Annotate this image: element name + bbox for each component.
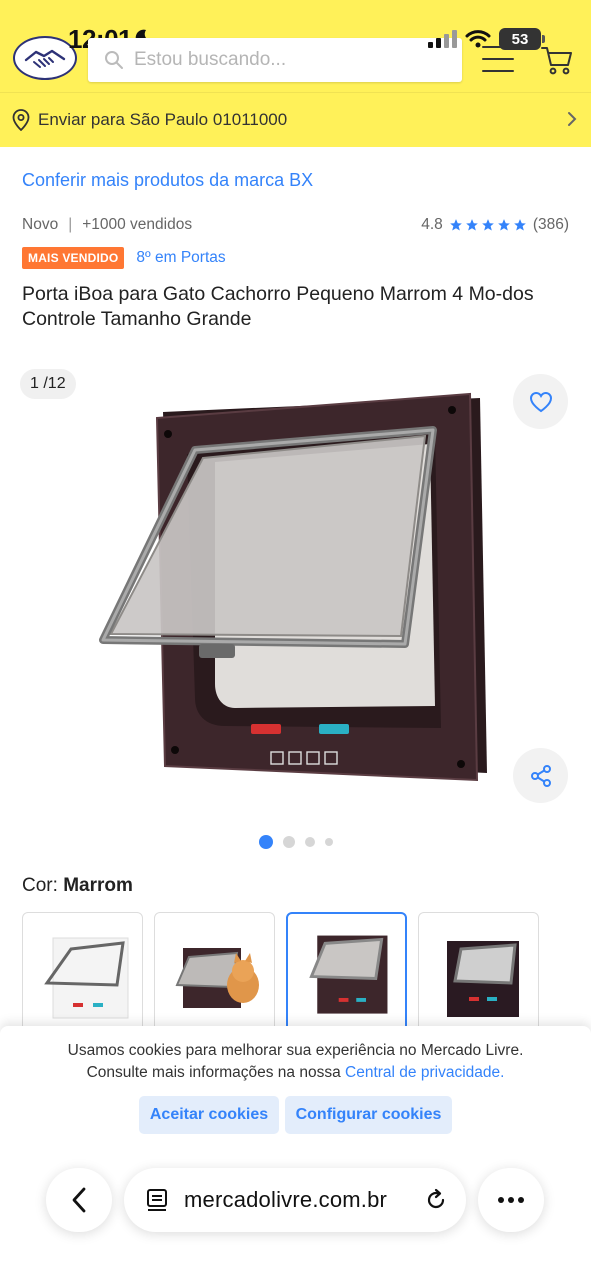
product-image[interactable] — [95, 388, 500, 788]
privacy-center-link[interactable]: Central de privacidade. — [345, 1064, 504, 1081]
shipping-address-bar[interactable]: Enviar para São Paulo 01011000 — [0, 92, 591, 147]
star-icon — [497, 219, 510, 231]
brand-products-link[interactable]: Conferir mais produtos da marca BX — [22, 170, 313, 191]
condition-label: Novo — [22, 216, 59, 233]
cookie-message-line2: Consulte mais informações na nossa — [86, 1064, 341, 1081]
product-meta: Novo | +1000 vendidos — [22, 216, 192, 234]
badge-row: MAIS VENDIDO 8º em Portas — [22, 247, 226, 269]
meta-divider: | — [68, 216, 73, 233]
cookie-message-line2-wrap: Consulte mais informações na nossa Centr… — [0, 1062, 591, 1084]
star-icon — [449, 219, 462, 231]
signal-icon — [428, 30, 457, 48]
pagination-dot[interactable] — [282, 836, 295, 848]
pagination-dot[interactable] — [324, 838, 333, 846]
brown-door-cat-thumbnail — [175, 948, 259, 1008]
rating-summary[interactable]: 4.8 (386) — [421, 216, 569, 234]
pagination-dot[interactable] — [304, 837, 315, 847]
review-count: (386) — [532, 216, 569, 233]
image-counter: 1 /12 — [20, 369, 76, 399]
star-icon — [465, 219, 478, 231]
page-menu-icon — [147, 1189, 167, 1211]
share-icon — [530, 764, 551, 787]
color-option-white[interactable] — [22, 912, 143, 1042]
menu-button[interactable] — [482, 46, 514, 72]
brown-door-thumbnail — [309, 935, 388, 1014]
dark-door-thumbnail — [447, 941, 519, 1017]
cart-icon[interactable] — [540, 44, 574, 76]
color-label: Cor: Marrom — [22, 875, 133, 897]
favorite-button[interactable] — [513, 374, 568, 429]
star-icon — [513, 219, 526, 231]
best-seller-badge: MAIS VENDIDO — [22, 247, 125, 269]
more-options-button[interactable] — [478, 1168, 544, 1232]
shipping-address-label: Enviar para São Paulo 01011000 — [38, 110, 288, 129]
selected-color-value: Marrom — [63, 875, 133, 896]
configure-cookies-button[interactable]: Configurar cookies — [285, 1096, 452, 1134]
accept-cookies-button[interactable]: Aceitar cookies — [139, 1096, 279, 1134]
color-option-brown[interactable] — [286, 912, 407, 1042]
cookie-message-line1: Usamos cookies para melhorar sua experiê… — [67, 1042, 524, 1059]
location-pin-icon — [12, 109, 30, 131]
category-rank-link[interactable]: 8º em Portas — [136, 249, 225, 267]
color-option-dark[interactable] — [418, 912, 539, 1042]
rating-value: 4.8 — [421, 216, 443, 233]
search-input[interactable] — [134, 49, 434, 71]
more-dots-icon — [498, 1197, 524, 1203]
back-button[interactable] — [46, 1168, 112, 1232]
gallery-pagination — [0, 835, 591, 849]
address-bar[interactable]: mercadolivre.com.br — [124, 1168, 466, 1232]
reload-icon[interactable] — [424, 1188, 448, 1212]
pagination-dot[interactable] — [258, 835, 273, 849]
cookie-message: Usamos cookies para melhorar sua experiê… — [0, 1040, 591, 1084]
sold-count: +1000 vendidos — [82, 216, 193, 233]
search-bar[interactable] — [88, 38, 462, 82]
url-text: mercadolivre.com.br — [184, 1187, 388, 1212]
product-title: Porta iBoa para Gato Cachorro Pequeno Ma… — [22, 283, 534, 330]
heart-icon — [529, 391, 552, 412]
rating-stars — [449, 218, 527, 232]
search-icon — [105, 51, 123, 69]
top-header: 12:01 53 — [0, 0, 591, 92]
star-icon — [481, 219, 494, 231]
color-label-prefix: Cor: — [22, 875, 58, 896]
chevron-left-icon — [72, 1187, 86, 1213]
share-button[interactable] — [513, 748, 568, 803]
white-door-thumbnail — [44, 937, 129, 1019]
color-option-brown-cat[interactable] — [154, 912, 275, 1042]
cookie-banner: Usamos cookies para melhorar sua experiê… — [0, 1026, 591, 1280]
chevron-right-icon — [568, 112, 577, 126]
